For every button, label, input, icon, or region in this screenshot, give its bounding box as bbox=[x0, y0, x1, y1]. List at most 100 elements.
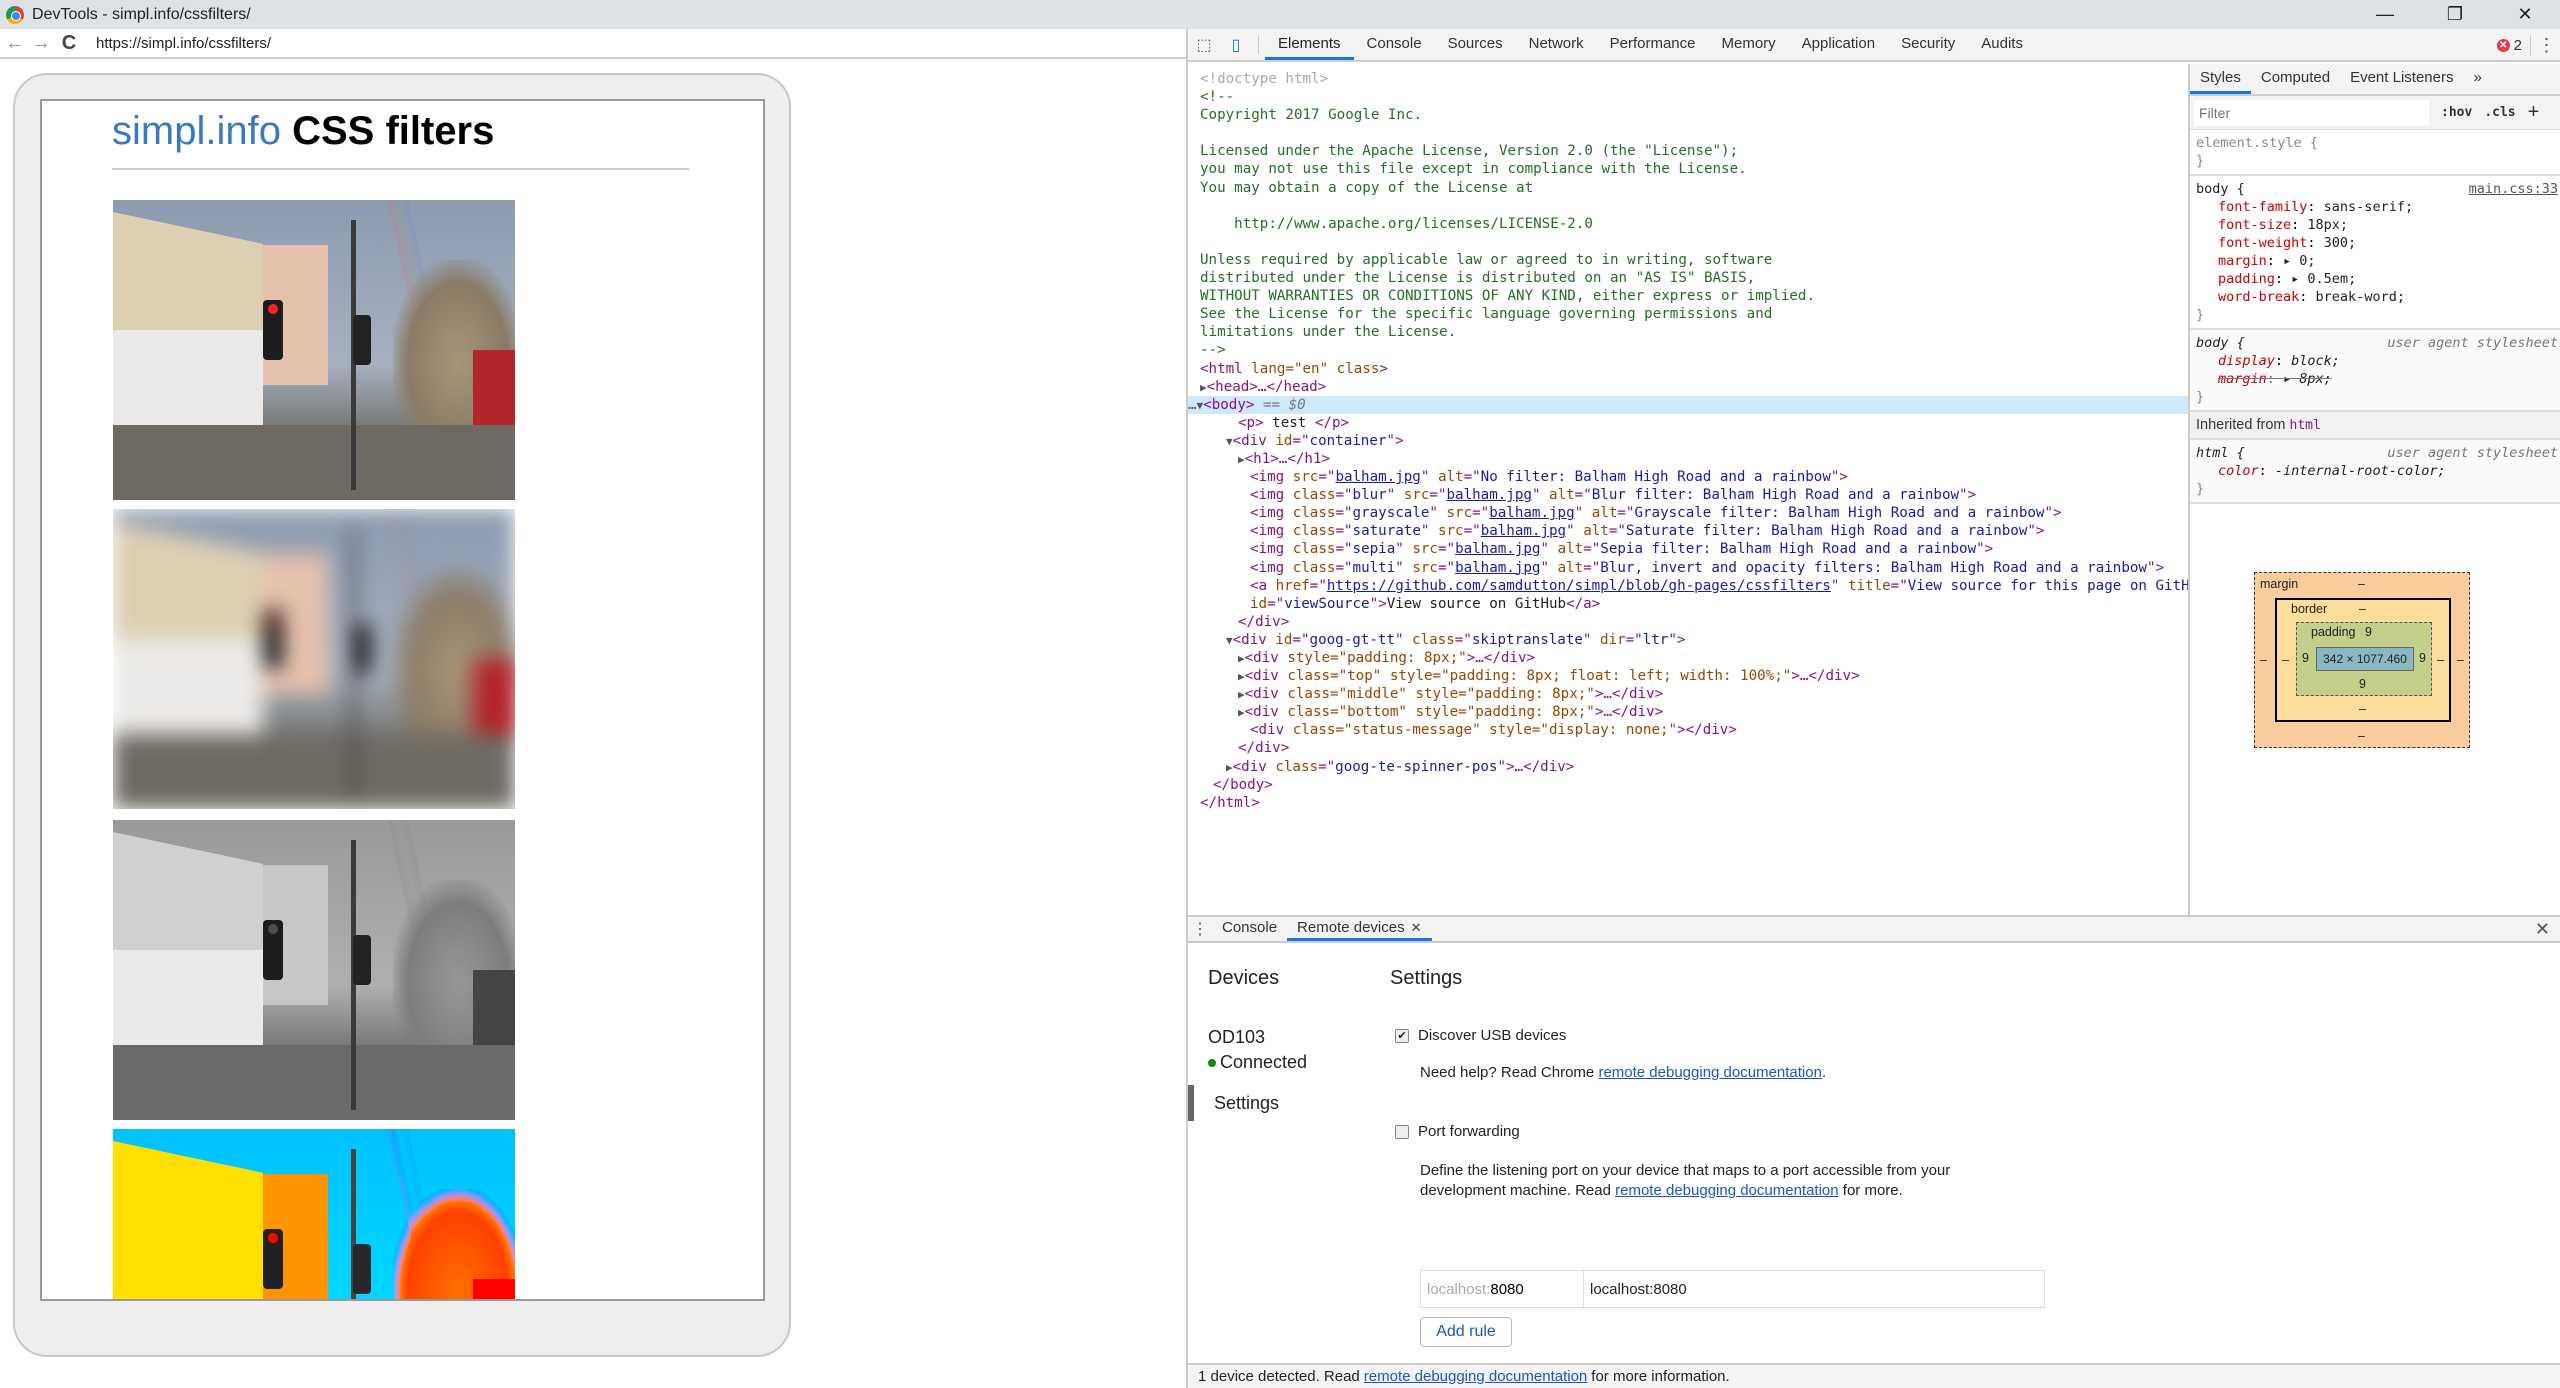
dom-line-img[interactable]: <img class="saturate" src="balham.jpg" a… bbox=[1188, 522, 2188, 540]
forward-arrow-icon[interactable]: → bbox=[30, 32, 52, 55]
remote-debugging-doc-link[interactable]: remote debugging documentation bbox=[1615, 1182, 1839, 1199]
dom-line-goog-child[interactable]: ▶<div class="top" style="padding: 8px; f… bbox=[1188, 667, 2188, 685]
dom-line-container[interactable]: ▼<div id="container"> bbox=[1188, 432, 2188, 450]
maximize-button[interactable]: ❐ bbox=[2420, 0, 2490, 29]
box-content-size[interactable]: 342 × 1077.460 bbox=[2316, 647, 2414, 671]
inspect-element-icon[interactable]: ⬚ bbox=[1188, 29, 1220, 60]
tab-security[interactable]: Security bbox=[1888, 29, 1968, 60]
dom-line-img[interactable]: <img class="multi" src="balham.jpg" alt=… bbox=[1188, 559, 2188, 577]
dom-line-h1[interactable]: ▶<h1>…</h1> bbox=[1188, 450, 2188, 468]
dom-line-goog-child[interactable]: ▶<div class="middle" style="padding: 8px… bbox=[1188, 685, 2188, 703]
dom-line-comment[interactable] bbox=[1188, 233, 2188, 251]
local-address-field[interactable]: localhost:8080 bbox=[1584, 1271, 2044, 1307]
device-toolbar-icon[interactable]: ▯ bbox=[1220, 29, 1252, 60]
style-rule-html-ua[interactable]: html { user agent stylesheet color: -int… bbox=[2190, 440, 2560, 504]
reload-icon[interactable]: C bbox=[58, 32, 80, 55]
tab-application[interactable]: Application bbox=[1789, 29, 1888, 60]
tab-audits[interactable]: Audits bbox=[1968, 29, 2036, 60]
dom-line-close-html[interactable]: </html> bbox=[1188, 794, 2188, 812]
emulated-page[interactable]: simpl.info CSS filters bbox=[40, 99, 765, 1301]
tab-console[interactable]: Console bbox=[1354, 29, 1435, 60]
border-right-value[interactable]: – bbox=[2437, 653, 2444, 667]
border-left-value[interactable]: – bbox=[2282, 653, 2289, 667]
dom-line-comment[interactable]: distributed under the License is distrib… bbox=[1188, 269, 2188, 287]
minimize-button[interactable]: — bbox=[2350, 0, 2420, 29]
tab-elements[interactable]: Elements bbox=[1265, 29, 1354, 60]
element-style-rule[interactable]: element.style { } bbox=[2190, 130, 2560, 176]
margin-top-value[interactable]: – bbox=[2358, 577, 2365, 591]
dom-line-goog-child[interactable]: ▶<div class="bottom" style="padding: 8px… bbox=[1188, 703, 2188, 721]
dom-line-img[interactable]: <img class="grayscale" src="balham.jpg" … bbox=[1188, 504, 2188, 522]
tab-network[interactable]: Network bbox=[1516, 29, 1597, 60]
dom-line-close-body[interactable]: </body> bbox=[1188, 776, 2188, 794]
padding-top-value[interactable]: 9 bbox=[2365, 625, 2372, 639]
url-field[interactable]: https://simpl.info/cssfilters/ bbox=[96, 35, 271, 52]
drawer-tab-console[interactable]: Console bbox=[1212, 917, 1287, 941]
expand-triangle-icon[interactable]: ▶ bbox=[1238, 706, 1245, 719]
tab-performance[interactable]: Performance bbox=[1597, 29, 1709, 60]
dom-line-html[interactable]: <html lang="en" class> bbox=[1188, 360, 2188, 378]
dom-line-comment[interactable]: WITHOUT WARRANTIES OR CONDITIONS OF ANY … bbox=[1188, 287, 2188, 305]
tab-sources[interactable]: Sources bbox=[1435, 29, 1516, 60]
margin-right-value[interactable]: – bbox=[2457, 653, 2464, 667]
class-toggle[interactable]: .cls bbox=[2484, 105, 2515, 120]
dom-line-comment[interactable]: you may not use this file except in comp… bbox=[1188, 160, 2188, 178]
expand-triangle-icon[interactable]: ▶ bbox=[1238, 670, 1245, 683]
close-tab-icon[interactable]: ✕ bbox=[1411, 920, 1422, 936]
dom-line-close-div[interactable]: </div> bbox=[1188, 739, 2188, 757]
dom-line-comment[interactable] bbox=[1188, 197, 2188, 215]
remote-debugging-doc-link[interactable]: remote debugging documentation bbox=[1598, 1064, 1822, 1081]
drawer-menu-icon[interactable]: ⋮ bbox=[1188, 917, 1212, 941]
dom-line-comment[interactable]: Copyright 2017 Google Inc. bbox=[1188, 106, 2188, 124]
dom-line-anchor-cont[interactable]: id="viewSource">View source on GitHub</a… bbox=[1188, 595, 2188, 613]
style-rule-body-main[interactable]: body { main.css:33 font-family: sans-ser… bbox=[2190, 176, 2560, 330]
dom-line-comment[interactable]: http://www.apache.org/licenses/LICENSE-2… bbox=[1188, 215, 2188, 233]
style-rule-body-ua[interactable]: body { user agent stylesheet display: bl… bbox=[2190, 330, 2560, 412]
tab-memory[interactable]: Memory bbox=[1709, 29, 1789, 60]
error-count-badge[interactable]: ✕ 2 bbox=[2496, 37, 2522, 54]
drawer-tab-remote-devices[interactable]: Remote devices ✕ bbox=[1287, 917, 1432, 941]
dom-line-goog-gt-tt[interactable]: ▼<div id="goog-gt-tt" class="skiptransla… bbox=[1188, 631, 2188, 649]
dom-line-spinner[interactable]: ▶<div class="goog-te-spinner-pos">…</div… bbox=[1188, 758, 2188, 776]
dom-line-comment[interactable]: Unless required by applicable law or agr… bbox=[1188, 251, 2188, 269]
collapse-triangle-icon[interactable]: ▼ bbox=[1226, 435, 1233, 448]
padding-right-value[interactable]: 9 bbox=[2419, 651, 2426, 665]
discover-usb-checkbox[interactable]: ✔ Discover USB devices bbox=[1395, 1027, 1566, 1044]
dom-line-img[interactable]: <img class="sepia" src="balham.jpg" alt=… bbox=[1188, 540, 2188, 558]
dom-line-img[interactable]: <img src="balham.jpg" alt="No filter: Ba… bbox=[1188, 468, 2188, 486]
sidebar-item-settings[interactable]: Settings bbox=[1188, 1085, 1279, 1121]
dom-line-anchor[interactable]: <a href="https://github.com/samdutton/si… bbox=[1188, 577, 2188, 595]
expand-triangle-icon[interactable]: ▶ bbox=[1238, 453, 1245, 466]
collapse-triangle-icon[interactable]: ▼ bbox=[1226, 634, 1233, 647]
dom-line-comment[interactable]: You may obtain a copy of the License at bbox=[1188, 179, 2188, 197]
border-bottom-value[interactable]: – bbox=[2359, 702, 2366, 716]
padding-left-value[interactable]: 9 bbox=[2302, 651, 2309, 665]
dom-line-close-div[interactable]: </div> bbox=[1188, 613, 2188, 631]
dom-line-doctype[interactable]: <!doctype html> bbox=[1188, 70, 2188, 88]
back-arrow-icon[interactable]: ← bbox=[4, 32, 26, 55]
close-drawer-icon[interactable]: ✕ bbox=[2535, 919, 2550, 940]
close-window-button[interactable]: ✕ bbox=[2490, 0, 2560, 29]
inherited-tag-link[interactable]: html bbox=[2290, 418, 2321, 433]
device-port-field[interactable]: localhost: 8080 bbox=[1421, 1271, 1584, 1307]
dom-line-comment[interactable] bbox=[1188, 124, 2188, 142]
expand-triangle-icon[interactable]: ▶ bbox=[1238, 688, 1245, 701]
margin-left-value[interactable]: – bbox=[2260, 653, 2267, 667]
dom-line-img[interactable]: <img class="blur" src="balham.jpg" alt="… bbox=[1188, 486, 2188, 504]
dom-line-comment[interactable]: See the License for the specific languag… bbox=[1188, 305, 2188, 323]
dom-line-goog-child[interactable]: <div class="status-message" style="displ… bbox=[1188, 721, 2188, 739]
remote-debugging-doc-link[interactable]: remote debugging documentation bbox=[1364, 1368, 1588, 1385]
dom-line-body-selected[interactable]: …▼<body> == $0 bbox=[1188, 395, 2188, 414]
padding-bottom-value[interactable]: 9 bbox=[2359, 677, 2366, 691]
dom-line-head[interactable]: ▶<head>…</head> bbox=[1188, 378, 2188, 396]
expand-triangle-icon[interactable]: ▶ bbox=[1200, 381, 1207, 394]
tab-computed[interactable]: Computed bbox=[2251, 64, 2340, 94]
dom-line-comment[interactable]: Licensed under the Apache License, Versi… bbox=[1188, 142, 2188, 160]
dom-line-p[interactable]: <p> test </p> bbox=[1188, 414, 2188, 432]
dom-line-comment[interactable]: <!-- bbox=[1188, 88, 2188, 106]
device-item-od103[interactable]: OD103 bbox=[1208, 1027, 1265, 1048]
border-top-value[interactable]: – bbox=[2359, 602, 2366, 616]
source-link[interactable]: main.css:33 bbox=[2469, 180, 2558, 198]
expand-triangle-icon[interactable]: ▶ bbox=[1238, 652, 1245, 665]
styles-filter-input[interactable] bbox=[2194, 99, 2429, 126]
